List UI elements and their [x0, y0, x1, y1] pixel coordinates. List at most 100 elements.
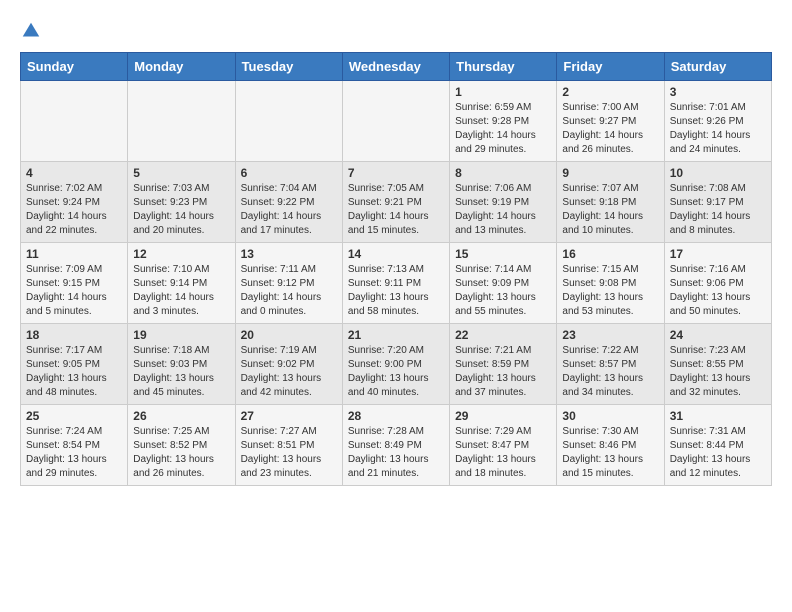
day-number: 2	[562, 85, 658, 99]
day-number: 21	[348, 328, 444, 342]
day-info: Sunrise: 7:07 AM Sunset: 9:18 PM Dayligh…	[562, 182, 658, 238]
day-info: Sunrise: 7:22 AM Sunset: 8:57 PM Dayligh…	[562, 344, 658, 400]
day-info: Sunrise: 7:11 AM Sunset: 9:12 PM Dayligh…	[241, 263, 337, 319]
day-info: Sunrise: 7:03 AM Sunset: 9:23 PM Dayligh…	[133, 182, 229, 238]
day-number: 9	[562, 166, 658, 180]
week-row-3: 11 Sunrise: 7:09 AM Sunset: 9:15 PM Dayli…	[21, 243, 772, 324]
day-cell	[21, 81, 128, 162]
day-cell: 17Sunrise: 7:16 AM Sunset: 9:06 PM Dayli…	[664, 243, 771, 324]
day-number: 14	[348, 247, 444, 261]
day-info: Sunrise: 7:15 AM Sunset: 9:08 PM Dayligh…	[562, 263, 658, 319]
day-cell: 16Sunrise: 7:15 AM Sunset: 9:08 PM Dayli…	[557, 243, 664, 324]
day-cell: 18Sunrise: 7:17 AM Sunset: 9:05 PM Dayli…	[21, 324, 128, 405]
day-cell: 7 Sunrise: 7:05 AM Sunset: 9:21 PM Daylig…	[342, 162, 449, 243]
day-number: 12	[133, 247, 229, 261]
day-cell: 14 Sunrise: 7:13 AM Sunset: 9:11 PM Dayli…	[342, 243, 449, 324]
day-info: Sunrise: 7:31 AM Sunset: 8:44 PM Dayligh…	[670, 425, 766, 481]
day-cell: 26 Sunrise: 7:25 AM Sunset: 8:52 PM Dayli…	[128, 405, 235, 486]
day-number: 13	[241, 247, 337, 261]
day-cell	[235, 81, 342, 162]
header-saturday: Saturday	[664, 53, 771, 81]
day-cell: 3Sunrise: 7:01 AM Sunset: 9:26 PM Daylig…	[664, 81, 771, 162]
day-info: Sunrise: 7:14 AM Sunset: 9:09 PM Dayligh…	[455, 263, 551, 319]
day-number: 20	[241, 328, 337, 342]
day-number: 3	[670, 85, 766, 99]
page-header	[20, 20, 772, 42]
day-cell: 6 Sunrise: 7:04 AM Sunset: 9:22 PM Daylig…	[235, 162, 342, 243]
day-info: Sunrise: 7:24 AM Sunset: 8:54 PM Dayligh…	[26, 425, 122, 481]
day-number: 30	[562, 409, 658, 423]
day-cell: 30Sunrise: 7:30 AM Sunset: 8:46 PM Dayli…	[557, 405, 664, 486]
day-cell: 5 Sunrise: 7:03 AM Sunset: 9:23 PM Daylig…	[128, 162, 235, 243]
day-cell: 12Sunrise: 7:10 AM Sunset: 9:14 PM Dayli…	[128, 243, 235, 324]
day-cell	[128, 81, 235, 162]
day-cell: 22 Sunrise: 7:21 AM Sunset: 8:59 PM Dayli…	[450, 324, 557, 405]
day-cell: 20 Sunrise: 7:19 AM Sunset: 9:02 PM Dayli…	[235, 324, 342, 405]
day-number: 28	[348, 409, 444, 423]
day-cell	[342, 81, 449, 162]
day-info: Sunrise: 7:28 AM Sunset: 8:49 PM Dayligh…	[348, 425, 444, 481]
day-cell: 2 Sunrise: 7:00 AM Sunset: 9:27 PM Daylig…	[557, 81, 664, 162]
day-number: 31	[670, 409, 766, 423]
day-cell: 31 Sunrise: 7:31 AM Sunset: 8:44 PM Dayli…	[664, 405, 771, 486]
day-info: Sunrise: 7:20 AM Sunset: 9:00 PM Dayligh…	[348, 344, 444, 400]
day-number: 24	[670, 328, 766, 342]
day-number: 22	[455, 328, 551, 342]
day-number: 10	[670, 166, 766, 180]
day-info: Sunrise: 7:27 AM Sunset: 8:51 PM Dayligh…	[241, 425, 337, 481]
week-row-1: 1 Sunrise: 6:59 AM Sunset: 9:28 PM Daylig…	[21, 81, 772, 162]
day-info: Sunrise: 7:23 AM Sunset: 8:55 PM Dayligh…	[670, 344, 766, 400]
day-number: 6	[241, 166, 337, 180]
day-info: Sunrise: 7:08 AM Sunset: 9:17 PM Dayligh…	[670, 182, 766, 238]
day-cell: 13 Sunrise: 7:11 AM Sunset: 9:12 PM Dayli…	[235, 243, 342, 324]
day-info: Sunrise: 7:29 AM Sunset: 8:47 PM Dayligh…	[455, 425, 551, 481]
logo-icon	[20, 20, 42, 42]
day-cell: 9 Sunrise: 7:07 AM Sunset: 9:18 PM Daylig…	[557, 162, 664, 243]
day-number: 8	[455, 166, 551, 180]
day-info: Sunrise: 7:00 AM Sunset: 9:27 PM Dayligh…	[562, 101, 658, 157]
day-info: Sunrise: 7:05 AM Sunset: 9:21 PM Dayligh…	[348, 182, 444, 238]
day-info: Sunrise: 7:16 AM Sunset: 9:06 PM Dayligh…	[670, 263, 766, 319]
day-cell: 11 Sunrise: 7:09 AM Sunset: 9:15 PM Dayli…	[21, 243, 128, 324]
header-friday: Friday	[557, 53, 664, 81]
header-monday: Monday	[128, 53, 235, 81]
day-number: 19	[133, 328, 229, 342]
day-cell: 27 Sunrise: 7:27 AM Sunset: 8:51 PM Dayli…	[235, 405, 342, 486]
week-row-4: 18Sunrise: 7:17 AM Sunset: 9:05 PM Dayli…	[21, 324, 772, 405]
calendar-header-row: SundayMondayTuesdayWednesdayThursdayFrid…	[21, 53, 772, 81]
day-number: 27	[241, 409, 337, 423]
day-info: Sunrise: 7:09 AM Sunset: 9:15 PM Dayligh…	[26, 263, 122, 319]
day-number: 1	[455, 85, 551, 99]
header-sunday: Sunday	[21, 53, 128, 81]
week-row-5: 25Sunrise: 7:24 AM Sunset: 8:54 PM Dayli…	[21, 405, 772, 486]
logo	[20, 20, 46, 42]
day-info: Sunrise: 7:06 AM Sunset: 9:19 PM Dayligh…	[455, 182, 551, 238]
day-number: 11	[26, 247, 122, 261]
day-info: Sunrise: 7:02 AM Sunset: 9:24 PM Dayligh…	[26, 182, 122, 238]
day-cell: 8 Sunrise: 7:06 AM Sunset: 9:19 PM Daylig…	[450, 162, 557, 243]
day-info: Sunrise: 7:21 AM Sunset: 8:59 PM Dayligh…	[455, 344, 551, 400]
day-info: Sunrise: 7:04 AM Sunset: 9:22 PM Dayligh…	[241, 182, 337, 238]
day-cell: 1 Sunrise: 6:59 AM Sunset: 9:28 PM Daylig…	[450, 81, 557, 162]
day-info: Sunrise: 7:13 AM Sunset: 9:11 PM Dayligh…	[348, 263, 444, 319]
day-cell: 4Sunrise: 7:02 AM Sunset: 9:24 PM Daylig…	[21, 162, 128, 243]
day-number: 26	[133, 409, 229, 423]
day-number: 5	[133, 166, 229, 180]
day-cell: 10 Sunrise: 7:08 AM Sunset: 9:17 PM Dayli…	[664, 162, 771, 243]
day-cell: 15Sunrise: 7:14 AM Sunset: 9:09 PM Dayli…	[450, 243, 557, 324]
day-cell: 21 Sunrise: 7:20 AM Sunset: 9:00 PM Dayli…	[342, 324, 449, 405]
day-cell: 24 Sunrise: 7:23 AM Sunset: 8:55 PM Dayli…	[664, 324, 771, 405]
day-cell: 29Sunrise: 7:29 AM Sunset: 8:47 PM Dayli…	[450, 405, 557, 486]
day-info: Sunrise: 6:59 AM Sunset: 9:28 PM Dayligh…	[455, 101, 551, 157]
day-cell: 28 Sunrise: 7:28 AM Sunset: 8:49 PM Dayli…	[342, 405, 449, 486]
day-number: 23	[562, 328, 658, 342]
day-info: Sunrise: 7:25 AM Sunset: 8:52 PM Dayligh…	[133, 425, 229, 481]
calendar-table: SundayMondayTuesdayWednesdayThursdayFrid…	[20, 52, 772, 486]
day-number: 7	[348, 166, 444, 180]
header-thursday: Thursday	[450, 53, 557, 81]
header-tuesday: Tuesday	[235, 53, 342, 81]
day-info: Sunrise: 7:19 AM Sunset: 9:02 PM Dayligh…	[241, 344, 337, 400]
day-cell: 19Sunrise: 7:18 AM Sunset: 9:03 PM Dayli…	[128, 324, 235, 405]
week-row-2: 4Sunrise: 7:02 AM Sunset: 9:24 PM Daylig…	[21, 162, 772, 243]
header-wednesday: Wednesday	[342, 53, 449, 81]
